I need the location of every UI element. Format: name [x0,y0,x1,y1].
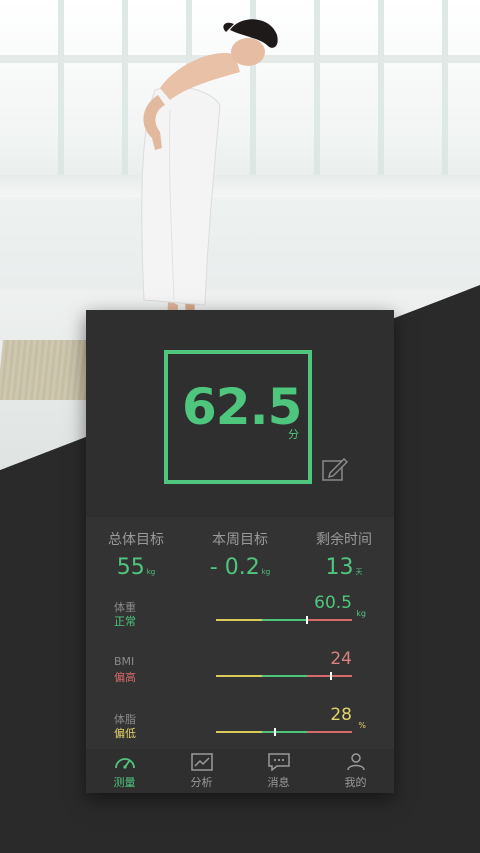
score-value: 62.5 [182,378,302,436]
metric-status: 偏低 [114,727,136,740]
tab-label: 消息 [267,776,290,789]
metric-weight[interactable]: 体重 正常 60.5 kg [86,593,394,649]
metric-unit: % [358,721,366,730]
metric-unit: kg [356,609,366,618]
stat-unit: 天 [355,568,363,576]
summary-week-goal: 本周目标 - 0.2 kg [190,529,290,580]
person-icon [346,753,365,771]
metric-range-bar [216,672,352,680]
stat-value: 55 [116,555,145,580]
score-unit: 分 [288,428,299,441]
tab-label: 分析 [190,776,213,789]
metric-range-bar [216,616,352,624]
tab-analysis[interactable]: 分析 [163,753,240,790]
stat-value: - 0.2 [209,555,260,580]
chart-icon [190,753,213,771]
gauge-icon [114,758,135,769]
metric-status: 偏高 [114,671,136,684]
stat-title: 剩余时间 [316,532,372,548]
metric-marker [305,616,308,624]
app-screen: 62.5 分 总体目标 55 kg 本周目标 - 0.2 kg 剩余时间 13 天 体… [86,310,394,793]
metric-value: 28 [330,705,352,725]
tab-measure[interactable]: 测量 [86,753,163,790]
metric-marker [330,672,333,680]
stat-unit: kg [146,568,156,576]
stat-unit: kg [261,568,271,576]
metric-status: 正常 [114,615,136,628]
summary-total-goal: 总体目标 55 kg [86,529,186,580]
metric-label: BMI [114,655,135,668]
metric-marker [274,728,277,736]
stat-value: 13 [325,555,354,580]
edit-icon[interactable] [322,458,348,482]
summary-remaining-time: 剩余时间 13 天 [294,529,394,580]
stat-title: 总体目标 [108,532,164,548]
metric-bmi[interactable]: BMI 偏高 24 [86,649,394,705]
tab-profile[interactable]: 我的 [317,753,394,790]
metric-value: 60.5 [314,593,352,613]
metric-value: 24 [330,649,352,669]
metric-range-bar [216,728,352,736]
tab-label: 测量 [113,776,136,789]
stat-title: 本周目标 [212,532,268,548]
stats-panel: 总体目标 55 kg 本周目标 - 0.2 kg 剩余时间 13 天 体重 正常 60… [86,517,394,749]
tab-messages[interactable]: 消息 [240,753,317,790]
tab-label: 我的 [344,776,367,789]
message-icon [267,753,290,771]
bottom-tab-bar: 测量 分析 消息 我的 [86,749,394,793]
